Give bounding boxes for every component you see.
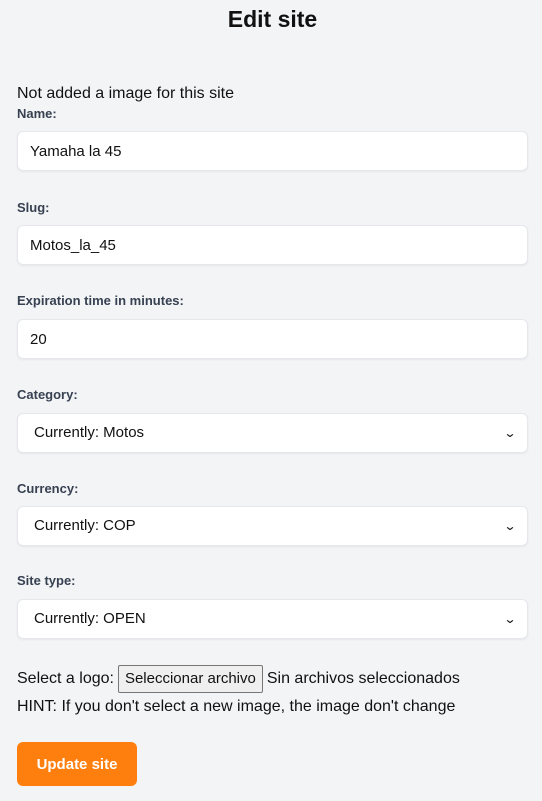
currency-select[interactable]: Currently: COP ⌄ [17,506,528,546]
site-type-label: Site type: [17,573,76,588]
category-select[interactable]: Currently: Motos ⌄ [17,413,528,453]
logo-file-row: Select a logo: Seleccionar archivo Sin a… [17,664,460,694]
slug-input[interactable] [17,225,528,265]
site-type-select[interactable]: Currently: OPEN ⌄ [17,599,528,639]
logo-hint: HINT: If you don't select a new image, t… [17,698,456,715]
category-selected-value: Currently: Motos [34,424,145,441]
slug-label: Slug: [17,200,50,215]
logo-label: Select a logo: [17,670,114,687]
edit-site-page: Edit site [0,0,542,34]
file-status: Sin archivos seleccionados [266,670,460,687]
page-title: Edit site [227,6,318,32]
expiration-label: Expiration time in minutes: [17,293,184,308]
name-label: Name: [17,106,57,121]
expiration-input[interactable] [17,319,528,359]
currency-selected-value: Currently: COP [34,517,136,534]
category-label: Category: [17,387,78,402]
update-site-button[interactable]: Update site [17,742,137,786]
choose-file-button[interactable]: Seleccionar archivo [117,665,263,693]
chevron-down-icon: ⌄ [503,519,517,533]
chevron-down-icon: ⌄ [503,612,517,626]
chevron-down-icon: ⌄ [503,426,517,440]
site-type-selected-value: Currently: OPEN [34,610,146,627]
no-image-message: Not added a image for this site [17,85,235,102]
currency-label: Currency: [17,481,79,496]
name-input[interactable] [17,131,528,171]
